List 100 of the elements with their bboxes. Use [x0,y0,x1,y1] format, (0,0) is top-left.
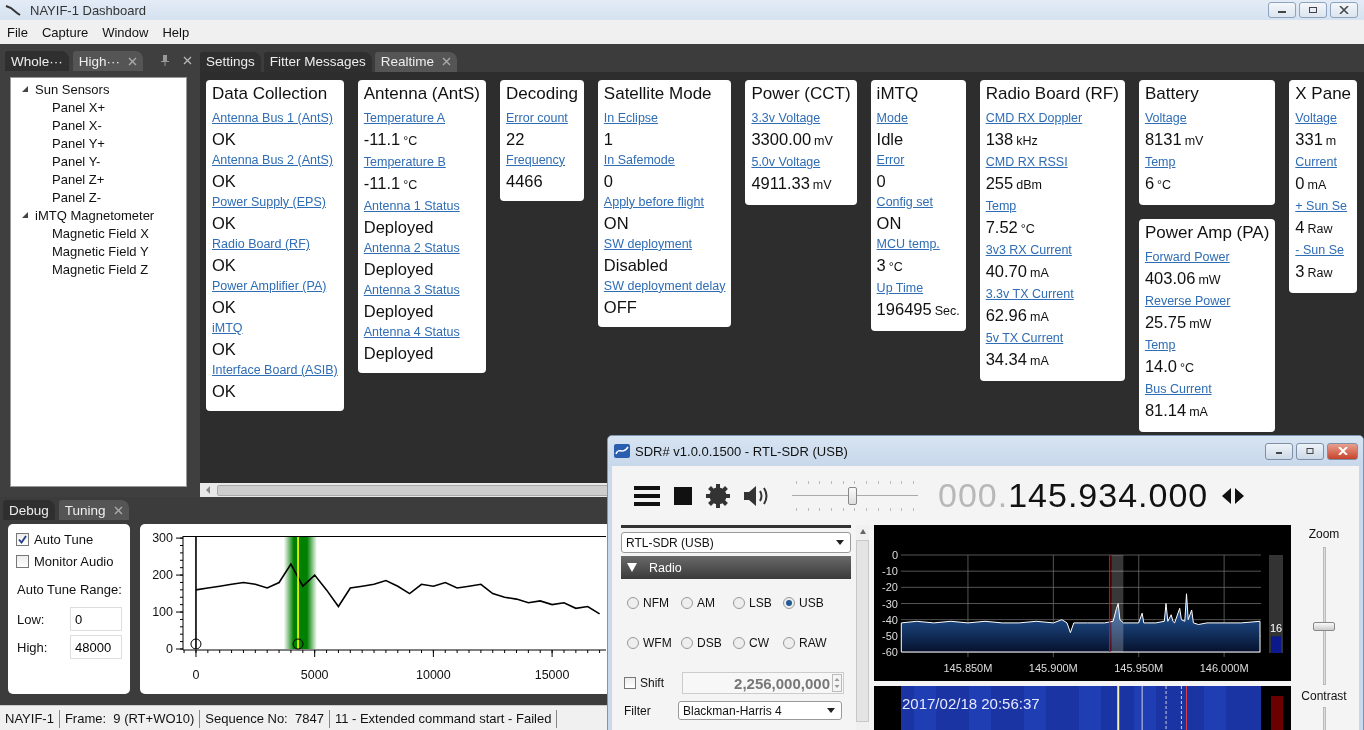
radio-button[interactable] [733,597,745,609]
field-link[interactable]: Temp [1144,337,1176,352]
radio-button[interactable] [627,637,639,649]
tree-item[interactable]: Panel Y- [52,153,101,169]
field-link[interactable]: Bus Current [1144,381,1212,396]
tree-item[interactable]: Sun Sensors [35,81,110,97]
field-link[interactable]: 3.3v Voltage [751,110,821,125]
field-link[interactable]: Config set [876,194,933,209]
radio-button[interactable] [681,637,693,649]
stop-icon[interactable] [674,486,692,505]
field-link[interactable]: Temp [985,198,1017,213]
field-link[interactable]: Interface Board (ASIB) [212,362,338,377]
tree-item[interactable]: iMTQ Magnetometer [35,207,155,223]
close-icon[interactable] [128,56,138,66]
tuning-marker[interactable] [1109,554,1111,653]
field-link[interactable]: Up Time [876,280,924,295]
field-link[interactable]: Antenna 2 Status [363,240,460,255]
frequency-display[interactable]: 145.934.000 [1008,476,1209,514]
field-link[interactable]: Apply before flight [603,194,704,209]
field-link[interactable]: Power Amplifier (PA) [212,278,327,293]
panel-tab[interactable]: High··· [72,51,144,71]
field-link[interactable]: Antenna Bus 1 (AntS) [212,110,333,125]
document-tab[interactable]: Realtime [374,51,458,72]
maximize-button[interactable] [1296,442,1324,460]
close-button[interactable] [1330,2,1358,18]
field-link[interactable]: Forward Power [1144,249,1230,264]
volume-slider[interactable] [792,480,918,511]
field-link[interactable]: Temperature B [363,154,446,169]
input-field[interactable]: 48000 [70,635,122,659]
restore-button[interactable] [1299,2,1327,18]
tree-item[interactable]: Panel X+ [52,99,106,115]
section-header[interactable]: Radio [621,556,851,579]
spinner-icon[interactable] [832,674,842,692]
input-field[interactable]: 0 [70,607,122,631]
shift-field[interactable]: 2,256,000,000 [682,672,844,694]
field-link[interactable]: Frequency [506,152,566,167]
field-link[interactable]: CMD RX Doppler [985,110,1083,125]
field-link[interactable]: SW deployment delay [603,278,726,293]
document-tab[interactable]: Fitter Messages [263,51,372,72]
radio-button[interactable] [783,597,795,609]
marker-line[interactable] [195,536,197,650]
tree-item[interactable]: Panel X- [52,117,102,133]
vertical-scrollbar[interactable] [856,525,869,730]
menu-item[interactable]: File [7,24,28,40]
field-link[interactable]: Voltage [1144,110,1187,125]
tree-item[interactable]: Panel Y+ [52,135,105,151]
expand-icon[interactable] [21,211,29,219]
field-link[interactable]: Antenna 4 Status [363,324,460,339]
close-icon[interactable] [113,505,123,515]
tree-item[interactable]: Magnetic Field Y [52,243,149,259]
field-link[interactable]: 3v3 RX Current [985,242,1072,257]
tree-item[interactable]: Magnetic Field Z [52,261,149,277]
field-link[interactable]: CMD RX RSSI [985,154,1068,169]
marker-handles[interactable] [190,638,304,650]
menu-item[interactable]: Help [162,24,190,40]
zoom-slider[interactable] [1313,547,1335,686]
minimize-button[interactable] [1268,2,1296,18]
filter-band[interactable] [1111,555,1124,652]
field-link[interactable]: Temperature A [363,110,446,125]
field-link[interactable]: Power Supply (EPS) [212,194,326,209]
field-link[interactable]: MCU temp. [876,236,940,251]
radio-button[interactable] [783,637,795,649]
radio-button[interactable] [627,597,639,609]
tune-arrows-icon[interactable] [1222,487,1245,504]
field-link[interactable]: 3.3v TX Current [985,286,1074,301]
menu-icon[interactable] [634,485,660,506]
radio-button[interactable] [733,637,745,649]
field-link[interactable]: Reverse Power [1144,293,1231,308]
menu-item[interactable]: Capture [41,24,89,40]
field-link[interactable]: In Eclipse [603,110,659,125]
filter-dropdown[interactable]: Blackman-Harris 4 [678,701,842,720]
tree-item[interactable]: Panel Z- [52,189,102,205]
field-link[interactable]: Voltage [1295,110,1337,125]
panel-tab[interactable]: Tuning [58,500,129,520]
field-link[interactable]: Error [876,152,905,167]
speaker-icon[interactable] [744,484,770,507]
settings-icon[interactable] [706,483,730,508]
close-icon[interactable] [183,56,193,65]
field-link[interactable]: + Sun Se [1295,198,1348,213]
checkbox[interactable] [16,554,29,568]
tree-item[interactable]: Magnetic Field X [52,225,149,241]
field-link[interactable]: Current [1295,154,1337,169]
checkbox[interactable] [16,532,29,546]
pin-icon[interactable] [161,55,170,66]
scroll-up-icon[interactable] [859,529,866,534]
close-button[interactable] [1327,442,1358,460]
field-link[interactable]: Temp [1144,154,1176,169]
field-link[interactable]: Antenna 1 Status [363,198,460,213]
expand-icon[interactable] [21,85,29,93]
field-link[interactable]: Antenna 3 Status [363,282,460,297]
field-link[interactable]: SW deployment [603,236,693,251]
field-link[interactable]: 5.0v Voltage [751,154,821,169]
radio-button[interactable] [681,597,693,609]
field-link[interactable]: Error count [506,110,568,125]
field-link[interactable]: Antenna Bus 2 (AntS) [212,152,333,167]
field-link[interactable]: Radio Board (RF) [212,236,310,251]
close-icon[interactable] [442,57,452,67]
device-dropdown[interactable]: RTL-SDR (USB) [621,532,851,553]
menu-item[interactable]: Window [102,24,149,40]
field-link[interactable]: - Sun Se [1295,242,1344,257]
